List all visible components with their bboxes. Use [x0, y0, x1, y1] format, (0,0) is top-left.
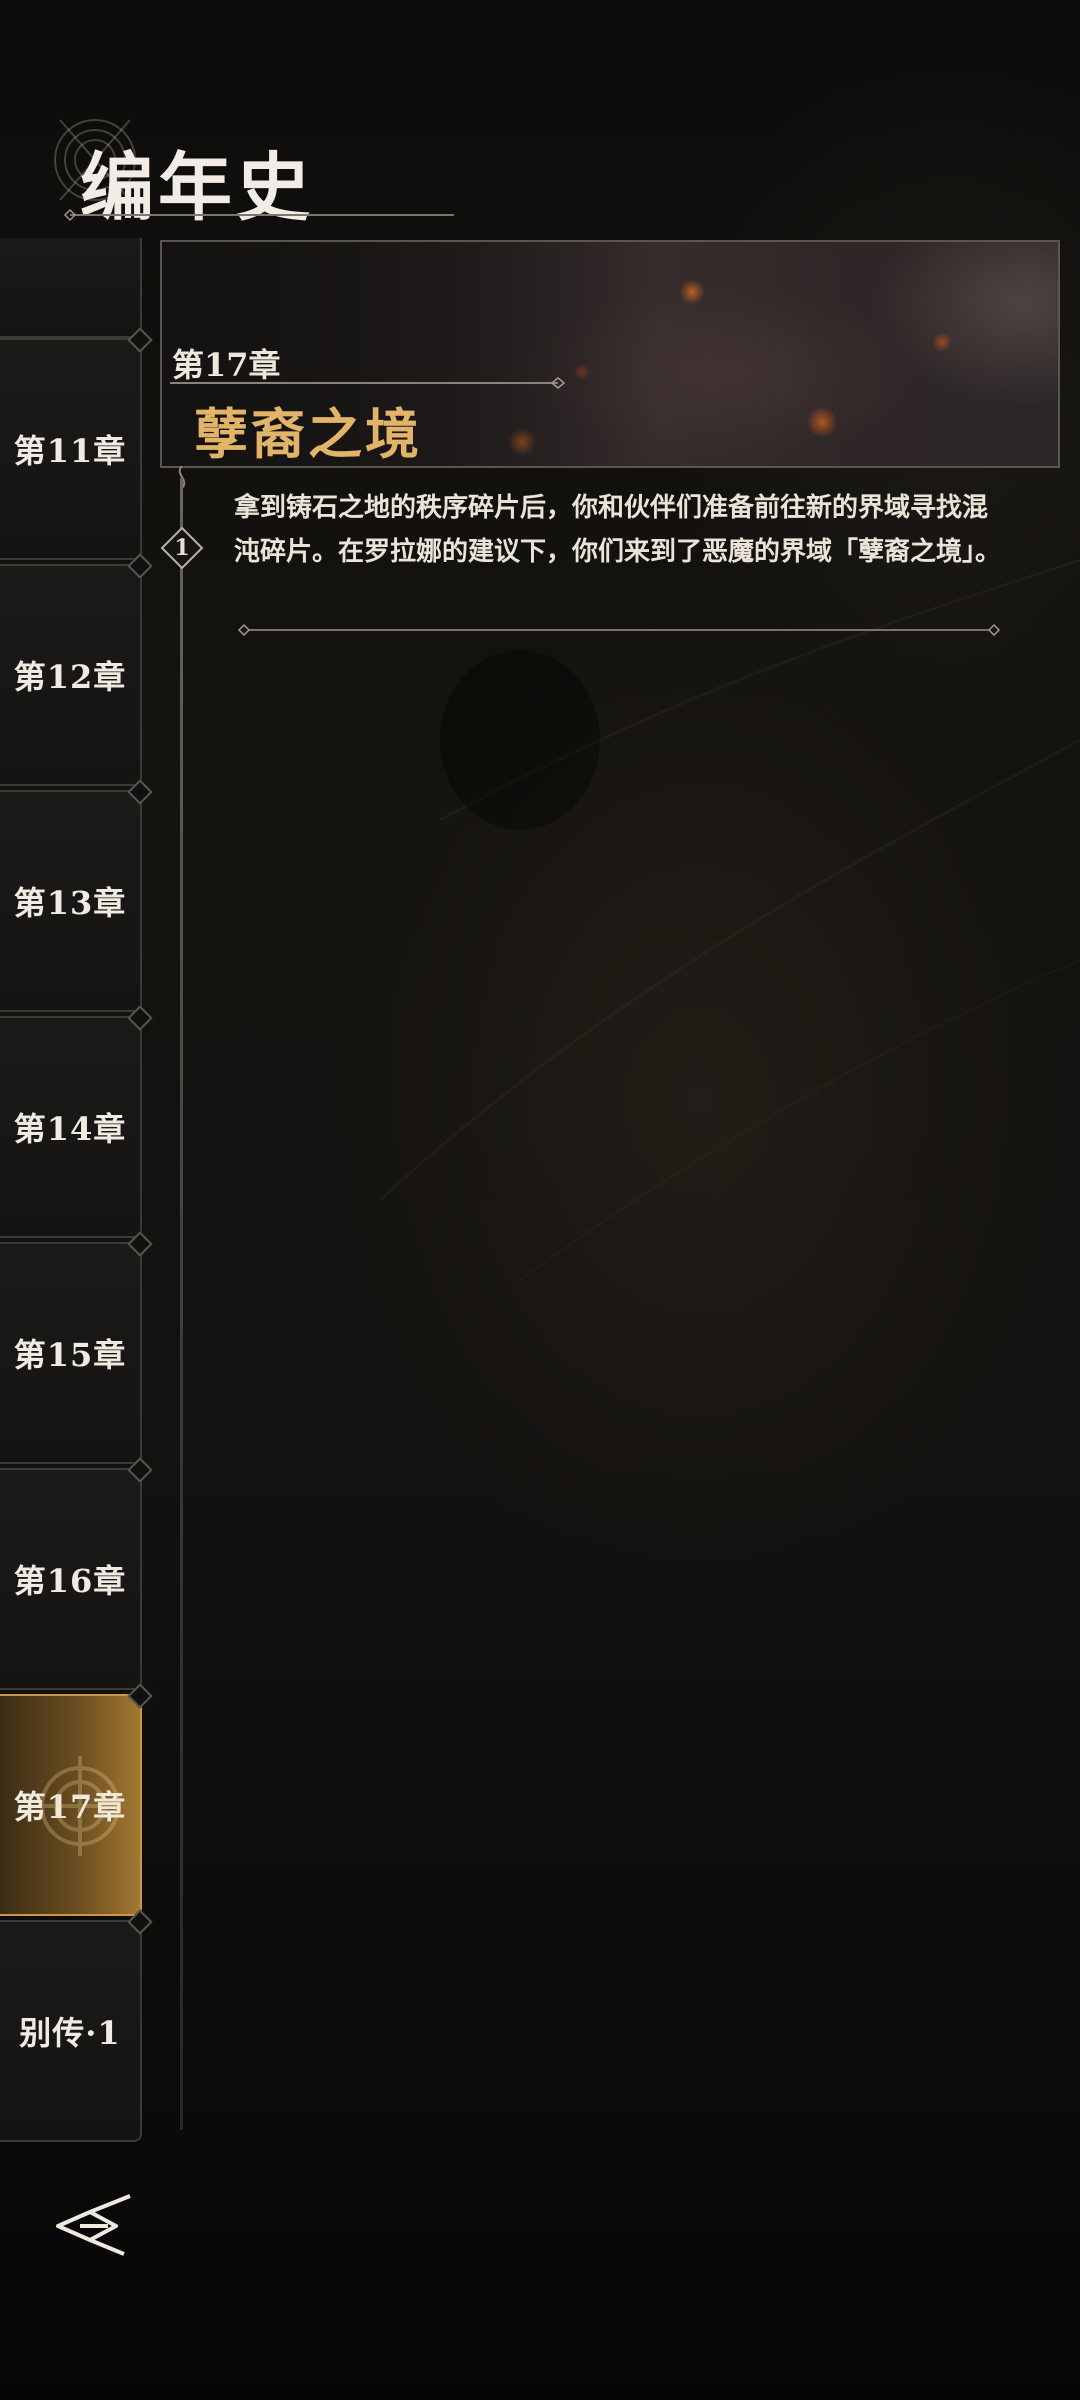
sidebar-item-label: 第13章 — [13, 884, 127, 922]
sidebar-item-label: 第15章 — [13, 1336, 127, 1374]
back-arrow-icon[interactable] — [50, 2190, 140, 2260]
sidebar-item-side-story-1[interactable]: 别传·1 — [0, 1909, 153, 2142]
step-number: 1 — [174, 535, 190, 561]
title-divider — [63, 208, 454, 222]
sidebar-item-chapter-16[interactable]: 第16章 — [0, 1457, 153, 1690]
sidebar-item-label: 第16章 — [13, 1562, 127, 1600]
banner-divider — [170, 377, 566, 389]
sidebar-item-label: 别传·1 — [19, 2014, 121, 2052]
sidebar-item-chapter-15[interactable]: 第15章 — [0, 1231, 153, 1464]
chapter-emblem-icon — [40, 1756, 120, 1856]
sidebar-item-chapter-13[interactable]: 第13章 — [0, 779, 153, 1012]
sidebar-item-chapter-12[interactable]: 第12章 — [0, 553, 153, 786]
sidebar-item-chapter-14[interactable]: 第14章 — [0, 1005, 153, 1238]
background-texture — [378, 560, 1080, 1281]
sidebar-item-chapter-11[interactable]: 第11章 — [0, 327, 153, 560]
chapter-banner: 第17章 孽裔之境 — [160, 240, 1060, 468]
entry-divider — [237, 623, 1001, 637]
sidebar-item-chapter-17[interactable]: 第17章 — [0, 1683, 153, 1916]
sidebar-item-label: 第11章 — [13, 432, 127, 470]
chapter-title: 孽裔之境 — [194, 402, 422, 466]
chapter-sidebar: 第11章 第12章 第13章 第14章 第15章 第16章 第17章 别传·1 — [0, 238, 153, 2142]
chronicle-screen: 编年史 第11章 第12章 第13章 第14章 第15章 第16章 第17章 别… — [0, 0, 1080, 2400]
sidebar-item-label: 第14章 — [13, 1110, 127, 1148]
entry-text: 拿到铸石之地的秩序碎片后，你和伙伴们准备前往新的界域寻找混沌碎片。在罗拉娜的建议… — [234, 493, 1002, 567]
sidebar-item-label: 第12章 — [13, 658, 127, 696]
sidebar-item-previous[interactable] — [0, 238, 142, 338]
timeline-line — [180, 478, 183, 2130]
